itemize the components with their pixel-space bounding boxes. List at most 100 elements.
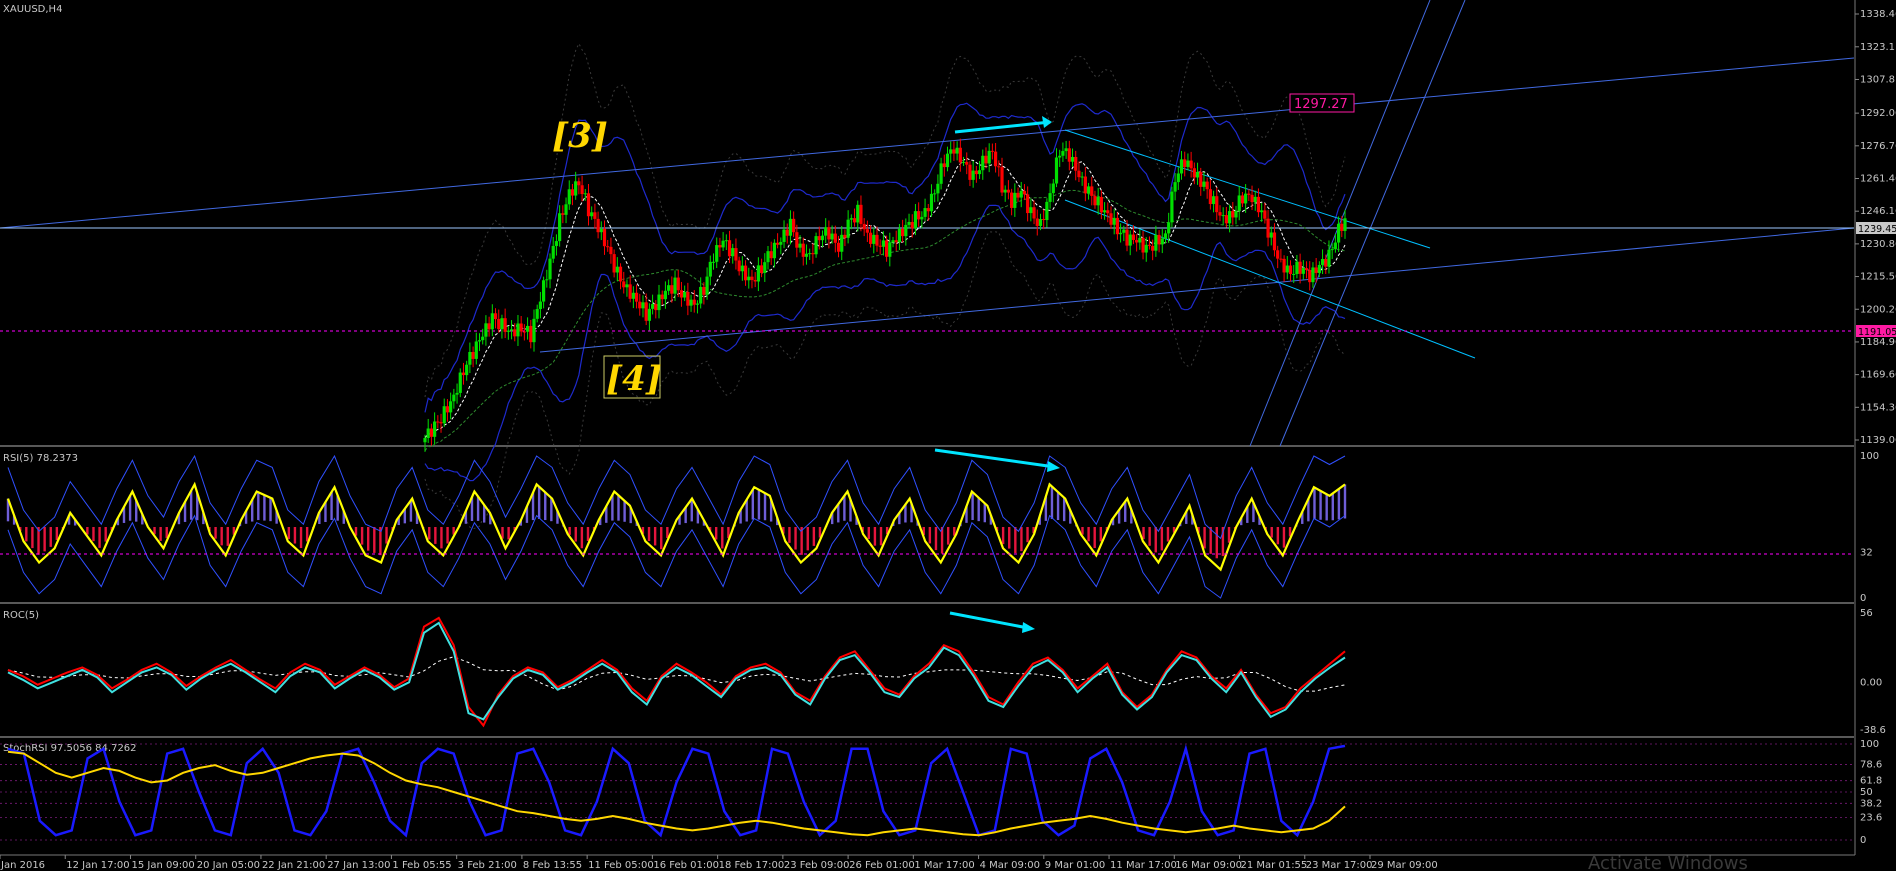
candle-body bbox=[1253, 196, 1257, 203]
candle-body bbox=[846, 219, 850, 238]
price-tag-lower: 1191.05 bbox=[1858, 327, 1896, 338]
candle-body bbox=[519, 323, 523, 332]
candle-body bbox=[1295, 261, 1299, 274]
candle bbox=[721, 232, 725, 251]
candle-body bbox=[679, 290, 684, 298]
price-tag-current: 1239.45 bbox=[1858, 224, 1896, 235]
candle-body bbox=[939, 163, 943, 184]
rsi-histogram-bar bbox=[98, 527, 101, 548]
candle-body bbox=[1202, 181, 1206, 187]
candle-body bbox=[727, 240, 732, 257]
candle bbox=[801, 237, 805, 266]
rsi-histogram-bar bbox=[1087, 527, 1090, 542]
time-tick-label: 22 Jan 21:00 bbox=[262, 860, 325, 871]
candle-body bbox=[1179, 159, 1184, 174]
candle bbox=[1279, 249, 1283, 263]
candle bbox=[1032, 200, 1036, 225]
candle bbox=[1215, 187, 1219, 221]
candle-body bbox=[445, 406, 450, 413]
rsi-pane[interactable]: RSI(5) 78.2373 100 32 0 bbox=[0, 448, 1879, 604]
rsi-histogram-bar bbox=[617, 495, 620, 521]
trend-lines[interactable] bbox=[0, 0, 1855, 447]
candle bbox=[907, 213, 911, 229]
candle bbox=[1070, 148, 1075, 167]
rsi-histogram-bar bbox=[385, 527, 388, 544]
candle-body bbox=[516, 323, 520, 337]
candle-body bbox=[747, 276, 751, 281]
wave-4-label: [4] bbox=[606, 359, 662, 399]
candle bbox=[852, 208, 857, 227]
candle-body bbox=[769, 251, 773, 259]
candle-body bbox=[1260, 210, 1264, 213]
candle-body bbox=[901, 228, 905, 237]
candle bbox=[779, 237, 783, 255]
candle-body bbox=[606, 246, 610, 248]
candle bbox=[1077, 161, 1081, 183]
candle-body bbox=[1167, 222, 1171, 234]
candle bbox=[782, 220, 786, 249]
candle bbox=[804, 244, 809, 265]
candle-body bbox=[1282, 258, 1286, 273]
candle bbox=[1276, 245, 1280, 269]
candle-body bbox=[894, 240, 898, 243]
candle-body bbox=[426, 428, 430, 438]
rsi-histogram-bar bbox=[1343, 484, 1347, 519]
candle-body bbox=[1272, 232, 1277, 251]
rsi-histogram-bar bbox=[623, 500, 626, 522]
ma-fast-dotted bbox=[424, 157, 1346, 439]
candle bbox=[506, 326, 510, 340]
candle-body bbox=[798, 243, 802, 248]
candle-body bbox=[509, 329, 514, 331]
candle-body bbox=[1292, 273, 1296, 275]
roc-red-line bbox=[7, 616, 1346, 728]
candle-body bbox=[856, 204, 860, 223]
rsi-histogram-bar bbox=[1148, 527, 1151, 546]
candle bbox=[1324, 254, 1328, 274]
candle-body bbox=[952, 149, 956, 154]
candle-body bbox=[1227, 211, 1232, 224]
candle-body bbox=[465, 364, 469, 376]
candle-body bbox=[602, 228, 607, 247]
candle-body bbox=[647, 308, 651, 321]
rsi-histogram-bar bbox=[434, 527, 437, 544]
candle-body bbox=[1102, 210, 1107, 213]
rsi-histogram-bar bbox=[1276, 527, 1280, 545]
candle-body bbox=[868, 232, 873, 244]
candle-body bbox=[1019, 190, 1023, 198]
chart-canvas[interactable]: XAUUSD,H4 [3] [4] 1297.27 1338.46 1323.11… bbox=[0, 0, 1896, 871]
arrow-head-roc bbox=[1022, 622, 1035, 633]
candle bbox=[535, 304, 539, 323]
candle-body bbox=[1070, 156, 1075, 162]
candle bbox=[660, 290, 664, 305]
stochrsi-tick-label: 38.2 bbox=[1860, 798, 1882, 809]
candle-body bbox=[875, 234, 879, 246]
rsi-histogram-bar bbox=[843, 495, 846, 521]
candle bbox=[1263, 203, 1267, 224]
candle bbox=[875, 226, 879, 252]
candle-body bbox=[933, 193, 937, 195]
rsi-histogram-bar bbox=[373, 527, 376, 553]
price-tick-label: 1338.46 bbox=[1860, 9, 1896, 20]
candle-body bbox=[618, 266, 623, 282]
candle-body bbox=[1160, 238, 1164, 245]
candle-body bbox=[1176, 173, 1180, 183]
candle bbox=[1109, 206, 1113, 230]
candle bbox=[1208, 179, 1212, 210]
stochrsi-tick-label: 23.6 bbox=[1860, 812, 1882, 823]
candle bbox=[872, 227, 876, 254]
candle bbox=[862, 218, 866, 237]
candle-body bbox=[461, 372, 466, 376]
candle-body bbox=[968, 164, 972, 180]
candle-body bbox=[686, 291, 690, 306]
price-pane[interactable]: XAUUSD,H4 [3] [4] 1297.27 1338.46 1323.11… bbox=[0, 0, 1896, 530]
candle-body bbox=[1026, 194, 1030, 214]
roc-pane[interactable]: ROC(5) 56 0.00 -38.6 bbox=[3, 608, 1886, 736]
candle-body bbox=[638, 301, 642, 309]
price-tick-label: 1169.66 bbox=[1860, 370, 1896, 381]
candle-body bbox=[1256, 196, 1261, 213]
candle bbox=[1304, 261, 1309, 279]
stochrsi-pane[interactable]: StochRSI 97.5056 84.7262 10078.661.85038… bbox=[0, 739, 1882, 846]
rsi-histogram-bar bbox=[946, 527, 950, 545]
time-axis: Jan 2016 12 Jan 17:00 15 Jan 09:00 20 Jan 0… bbox=[0, 855, 1438, 871]
candle-body bbox=[1173, 182, 1177, 192]
